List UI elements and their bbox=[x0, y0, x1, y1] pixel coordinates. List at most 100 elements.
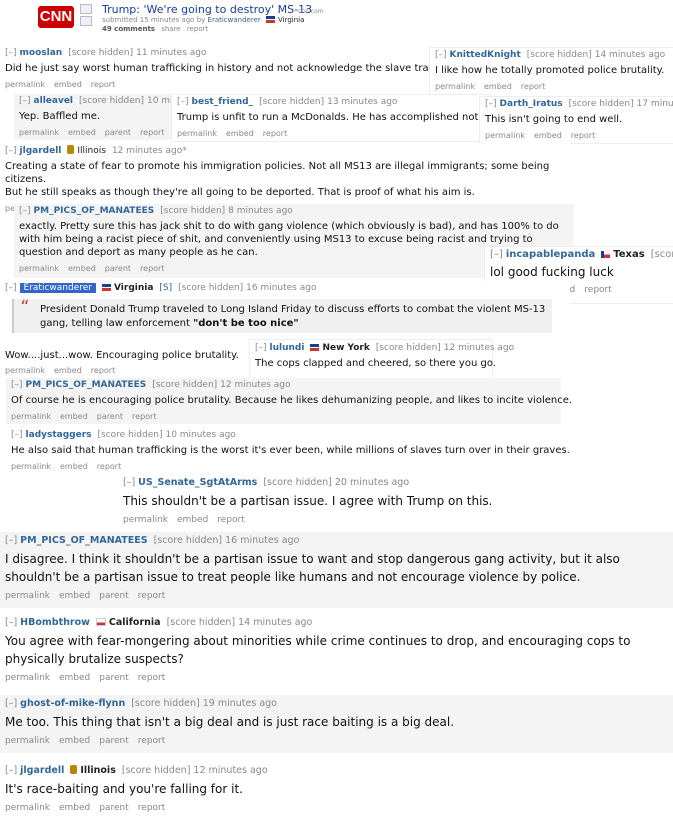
parent-link[interactable]: parent bbox=[105, 264, 131, 273]
permalink-link[interactable]: permalink bbox=[11, 462, 51, 471]
embed-link[interactable]: embed bbox=[60, 462, 88, 471]
report-link[interactable]: report bbox=[140, 264, 164, 273]
post-domain[interactable]: cnn.com bbox=[298, 8, 324, 15]
collapse-toggle[interactable]: [–] bbox=[177, 97, 189, 107]
comments-link[interactable]: 49 comments bbox=[102, 25, 155, 33]
permalink-link[interactable]: permalink bbox=[5, 366, 45, 375]
report-link[interactable]: report bbox=[91, 366, 115, 375]
collapse-toggle[interactable]: [–] bbox=[123, 477, 135, 488]
report-link[interactable]: report bbox=[138, 673, 166, 683]
report-link[interactable]: report bbox=[521, 82, 545, 91]
post-title-link[interactable]: Trump: 'We're going to destroy' MS-13 bbox=[102, 3, 312, 16]
report-link[interactable]: report bbox=[571, 131, 595, 140]
collapse-toggle[interactable]: [–] bbox=[11, 380, 23, 390]
report-link[interactable]: report bbox=[584, 285, 612, 295]
upvote-icon[interactable] bbox=[80, 4, 92, 14]
collapse-toggle[interactable]: [–] bbox=[19, 206, 31, 216]
comment-body: This isn't going to end well. bbox=[485, 114, 623, 125]
comment-author-submitter[interactable]: Eraticwanderer bbox=[19, 283, 96, 293]
permalink-link[interactable]: permalink bbox=[123, 515, 168, 525]
permalink-link[interactable]: permalink bbox=[5, 80, 45, 89]
embed-link[interactable]: embed bbox=[68, 264, 96, 273]
embed-link[interactable]: embed bbox=[534, 131, 562, 140]
comment: [–] jlgardell Illinois [score hidden] 12 min… bbox=[0, 762, 673, 820]
embed-link[interactable]: embed bbox=[68, 128, 96, 137]
parent-link[interactable]: parent bbox=[97, 412, 123, 421]
permalink-link[interactable]: permalink bbox=[177, 129, 217, 138]
comment-author[interactable]: best_friend_ bbox=[192, 97, 254, 107]
report-link[interactable]: report bbox=[263, 129, 287, 138]
report-link[interactable]: report bbox=[140, 128, 164, 137]
comment-author[interactable]: PM_PICS_OF_MANATEES bbox=[20, 535, 147, 546]
permalink-link[interactable]: permalink bbox=[485, 131, 525, 140]
comment-author[interactable]: ladystaggers bbox=[26, 430, 92, 440]
collapse-toggle[interactable]: [–] bbox=[435, 50, 447, 60]
comment-author[interactable]: PM_PICS_OF_MANATEES bbox=[34, 206, 155, 216]
collapse-toggle[interactable]: [–] bbox=[490, 249, 503, 260]
comment-author[interactable]: alleavel bbox=[34, 96, 73, 106]
comment-author[interactable]: HBombthrow bbox=[20, 617, 90, 628]
embed-link[interactable]: embed bbox=[226, 129, 254, 138]
collapse-toggle[interactable]: [–] bbox=[5, 146, 17, 156]
comment-author[interactable]: KnittedKnight bbox=[450, 50, 521, 60]
collapse-toggle[interactable]: [–] bbox=[5, 698, 17, 709]
comment-author[interactable]: jlgardell bbox=[20, 765, 64, 776]
embed-link[interactable]: embed bbox=[177, 515, 208, 525]
downvote-icon[interactable] bbox=[80, 16, 92, 26]
collapse-toggle[interactable]: [–] bbox=[485, 99, 497, 109]
permalink-link[interactable]: permalink bbox=[11, 412, 51, 421]
embed-link[interactable]: embed bbox=[59, 591, 90, 601]
report-link[interactable]: report bbox=[187, 25, 208, 33]
collapse-toggle[interactable]: [–] bbox=[5, 48, 17, 58]
comment-author[interactable]: mooslan bbox=[20, 48, 63, 58]
permalink-link[interactable]: permalink bbox=[5, 591, 50, 601]
collapse-toggle[interactable]: [–] bbox=[19, 96, 31, 106]
comment-author[interactable]: incapablepanda bbox=[506, 249, 595, 260]
permalink-link[interactable]: permalink bbox=[5, 803, 50, 813]
comment: [–] mooslan [score hidden] 11 minutes ago D… bbox=[0, 46, 446, 94]
collapse-toggle[interactable]: [–] bbox=[5, 765, 17, 776]
embed-link[interactable]: embed bbox=[54, 366, 82, 375]
report-link[interactable]: report bbox=[138, 591, 166, 601]
collapse-toggle[interactable]: [–] bbox=[5, 535, 17, 546]
comment-author[interactable]: ghost-of-mike-flynn bbox=[20, 698, 125, 709]
report-link[interactable]: report bbox=[217, 515, 245, 525]
parent-link[interactable]: parent bbox=[99, 673, 129, 683]
submitter-link[interactable]: Eraticwanderer bbox=[208, 16, 261, 24]
permalink-link[interactable]: permalink bbox=[5, 736, 50, 746]
share-link[interactable]: share bbox=[161, 25, 180, 33]
comment: [–] PM_PICS_OF_MANATEES [score hidden] 12 m… bbox=[6, 378, 572, 424]
embed-link[interactable]: embed bbox=[59, 673, 90, 683]
report-link[interactable]: report bbox=[91, 80, 115, 89]
embed-link[interactable]: embed bbox=[59, 736, 90, 746]
comment: [–] HBombthrow California [score hidden] 14 … bbox=[0, 614, 673, 690]
permalink-link[interactable]: permalink bbox=[435, 82, 475, 91]
report-link[interactable]: report bbox=[132, 412, 156, 421]
collapse-toggle[interactable]: [–] bbox=[5, 283, 17, 293]
parent-link[interactable]: parent bbox=[99, 736, 129, 746]
cnn-logo[interactable]: CNN bbox=[38, 6, 74, 28]
report-link[interactable]: report bbox=[97, 462, 121, 471]
comment-author[interactable]: PM_PICS_OF_MANATEES bbox=[26, 380, 147, 390]
comment-author[interactable]: jlgardell bbox=[20, 146, 62, 156]
parent-link[interactable]: parent bbox=[99, 591, 129, 601]
comment-author[interactable]: Darth_Iratus bbox=[500, 99, 563, 109]
quote-icon: “ bbox=[20, 297, 30, 318]
vote-icons[interactable] bbox=[80, 4, 92, 32]
embed-link[interactable]: embed bbox=[54, 80, 82, 89]
embed-link[interactable]: embed bbox=[59, 803, 90, 813]
report-link[interactable]: report bbox=[138, 736, 166, 746]
parent-link[interactable]: parent bbox=[105, 128, 131, 137]
comment-author[interactable]: lulundi bbox=[270, 343, 305, 353]
collapse-toggle[interactable]: [–] bbox=[11, 430, 23, 440]
comment-author[interactable]: US_Senate_SgtAtArms bbox=[138, 477, 257, 488]
embed-link[interactable]: embed bbox=[484, 82, 512, 91]
collapse-toggle[interactable]: [–] bbox=[255, 343, 267, 353]
collapse-toggle[interactable]: [–] bbox=[5, 617, 17, 628]
parent-link[interactable]: parent bbox=[99, 803, 129, 813]
permalink-link[interactable]: permalink bbox=[5, 673, 50, 683]
permalink-link[interactable]: permalink bbox=[19, 128, 59, 137]
report-link[interactable]: report bbox=[138, 803, 166, 813]
embed-link[interactable]: embed bbox=[60, 412, 88, 421]
permalink-link[interactable]: permalink bbox=[19, 264, 59, 273]
